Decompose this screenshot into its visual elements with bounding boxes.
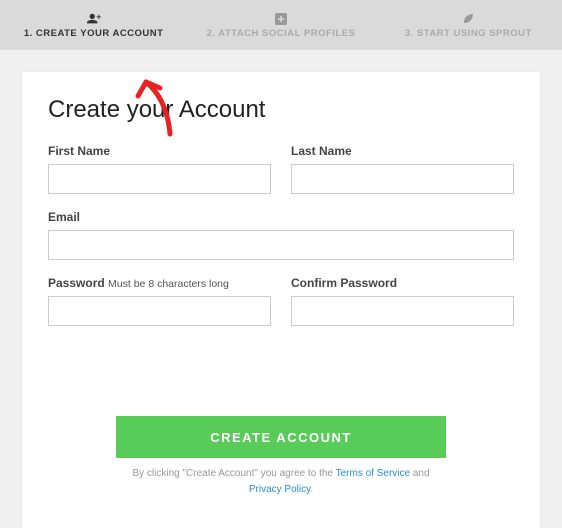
- step-create-account[interactable]: 1. CREATE YOUR ACCOUNT: [0, 0, 187, 50]
- privacy-link[interactable]: Privacy Policy: [249, 484, 311, 495]
- last-name-field: Last Name: [291, 144, 514, 194]
- first-name-field: First Name: [48, 144, 271, 194]
- password-input[interactable]: [48, 296, 271, 326]
- last-name-input[interactable]: [291, 164, 514, 194]
- confirm-password-field: Confirm Password: [291, 276, 514, 326]
- password-hint: Must be 8 characters long: [108, 278, 229, 290]
- terms-link[interactable]: Terms of Service: [336, 468, 410, 479]
- user-add-icon: [87, 12, 101, 26]
- step-3-label: 3. START USING SPROUT: [405, 28, 532, 39]
- plus-box-icon: [274, 12, 288, 26]
- form-heading: Create your Account: [48, 96, 514, 124]
- signup-card: Create your Account First Name Last Name…: [22, 72, 540, 528]
- confirm-password-input[interactable]: [291, 296, 514, 326]
- step-start-sprout[interactable]: 3. START USING SPROUT: [375, 0, 562, 50]
- email-field: Email: [48, 210, 514, 260]
- step-2-label: 2. ATTACH SOCIAL PROFILES: [207, 28, 356, 39]
- legal-text: By clicking "Create Account" you agree t…: [48, 466, 514, 498]
- first-name-label: First Name: [48, 144, 271, 158]
- first-name-input[interactable]: [48, 164, 271, 194]
- last-name-label: Last Name: [291, 144, 514, 158]
- email-label: Email: [48, 210, 514, 224]
- confirm-password-label: Confirm Password: [291, 276, 514, 290]
- leaf-icon: [461, 12, 475, 26]
- password-label: Password Must be 8 characters long: [48, 276, 271, 290]
- step-1-label: 1. CREATE YOUR ACCOUNT: [24, 28, 164, 39]
- password-field: Password Must be 8 characters long: [48, 276, 271, 326]
- create-account-button[interactable]: CREATE ACCOUNT: [116, 416, 446, 458]
- email-input[interactable]: [48, 230, 514, 260]
- step-attach-profiles[interactable]: 2. ATTACH SOCIAL PROFILES: [187, 0, 374, 50]
- signup-stepper: 1. CREATE YOUR ACCOUNT 2. ATTACH SOCIAL …: [0, 0, 562, 50]
